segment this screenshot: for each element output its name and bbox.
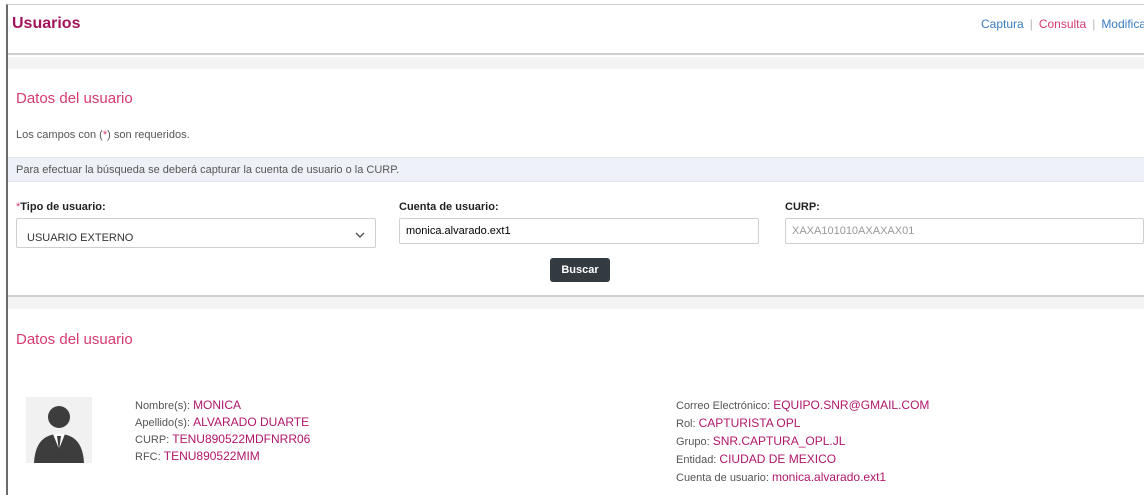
section-band xyxy=(8,297,1144,309)
page-title: Usuarios xyxy=(12,15,81,32)
tipo-usuario-value: USUARIO EXTERNO xyxy=(27,232,134,244)
tipo-usuario-label: *Tipo de usuario: xyxy=(16,201,106,213)
detail-label: Entidad: xyxy=(676,454,720,466)
detail-label: Nombre(s): xyxy=(135,400,194,412)
header-bar: Usuarios Captura | Consulta | Modifica xyxy=(8,5,1144,55)
chevron-down-icon xyxy=(355,232,365,238)
tipo-usuario-select[interactable]: USUARIO EXTERNO xyxy=(16,218,376,248)
detail-value: MONICA xyxy=(193,398,242,412)
user-avatar-icon xyxy=(26,397,92,463)
detail-apellido: Apellido(s): ALVARADO DUARTE xyxy=(135,414,310,431)
detail-value: EQUIPO.SNR@GMAIL.COM xyxy=(773,398,930,412)
result-section-title: Datos del usuario xyxy=(16,331,133,348)
detail-value: TENU890522MDFNRR06 xyxy=(172,432,311,446)
curp-input[interactable] xyxy=(785,218,1144,244)
detail-grupo: Grupo: SNR.CAPTURA_OPL.JL xyxy=(676,433,929,451)
detail-value: TENU890522MIM xyxy=(163,449,260,463)
detail-label: RFC: xyxy=(135,451,164,463)
detail-label: CURP: xyxy=(135,434,173,446)
detail-value: monica.alvarado.ext1 xyxy=(772,470,887,484)
user-details-right: Correo Electrónico: EQUIPO.SNR@GMAIL.COM… xyxy=(676,397,929,487)
buscar-button[interactable]: Buscar xyxy=(550,258,610,282)
cuenta-usuario-label: Cuenta de usuario: xyxy=(399,201,499,213)
nav-link-consulta[interactable]: Consulta xyxy=(1039,17,1086,31)
detail-value: CIUDAD DE MEXICO xyxy=(719,452,837,466)
detail-value: ALVARADO DUARTE xyxy=(193,415,310,429)
nav-separator: | xyxy=(1029,17,1033,31)
detail-correo: Correo Electrónico: EQUIPO.SNR@GMAIL.COM xyxy=(676,397,929,415)
detail-curp: CURP: TENU890522MDFNRR06 xyxy=(135,431,310,448)
detail-rol: Rol: CAPTURISTA OPL xyxy=(676,415,929,433)
nav-link-modifica[interactable]: Modifica xyxy=(1101,17,1144,31)
detail-label: Grupo: xyxy=(676,436,713,448)
required-note: Los campos con (*) son requeridos. xyxy=(16,129,190,141)
section-band xyxy=(8,57,1144,69)
detail-entidad: Entidad: CIUDAD DE MEXICO xyxy=(676,451,929,469)
detail-label: Cuenta de usuario: xyxy=(676,472,773,484)
detail-rfc: RFC: TENU890522MIM xyxy=(135,448,310,465)
top-nav: Captura | Consulta | Modifica xyxy=(981,17,1144,31)
detail-label: Correo Electrónico: xyxy=(676,400,774,412)
app-frame: Usuarios Captura | Consulta | Modifica Datos… xyxy=(6,4,1144,495)
search-section-title: Datos del usuario xyxy=(16,90,133,107)
required-note-text: ) son requeridos. xyxy=(107,129,190,141)
detail-label: Apellido(s): xyxy=(135,417,194,429)
detail-cuenta: Cuenta de usuario: monica.alvarado.ext1 xyxy=(676,469,929,487)
search-info-bar: Para efectuar la búsqueda se deberá capt… xyxy=(8,157,1144,182)
tipo-usuario-label-text: Tipo de usuario: xyxy=(20,201,106,213)
detail-nombre: Nombre(s): MONICA xyxy=(135,397,310,414)
cuenta-usuario-input[interactable] xyxy=(399,218,759,244)
nav-separator: | xyxy=(1092,17,1096,31)
user-details-left: Nombre(s): MONICA Apellido(s): ALVARADO … xyxy=(135,397,310,465)
detail-value: CAPTURISTA OPL xyxy=(698,416,801,430)
detail-label: Rol: xyxy=(676,418,699,430)
curp-label: CURP: xyxy=(785,201,820,213)
detail-value: SNR.CAPTURA_OPL.JL xyxy=(712,434,846,448)
required-note-text: Los campos con ( xyxy=(16,129,103,141)
nav-link-captura[interactable]: Captura xyxy=(981,17,1024,31)
